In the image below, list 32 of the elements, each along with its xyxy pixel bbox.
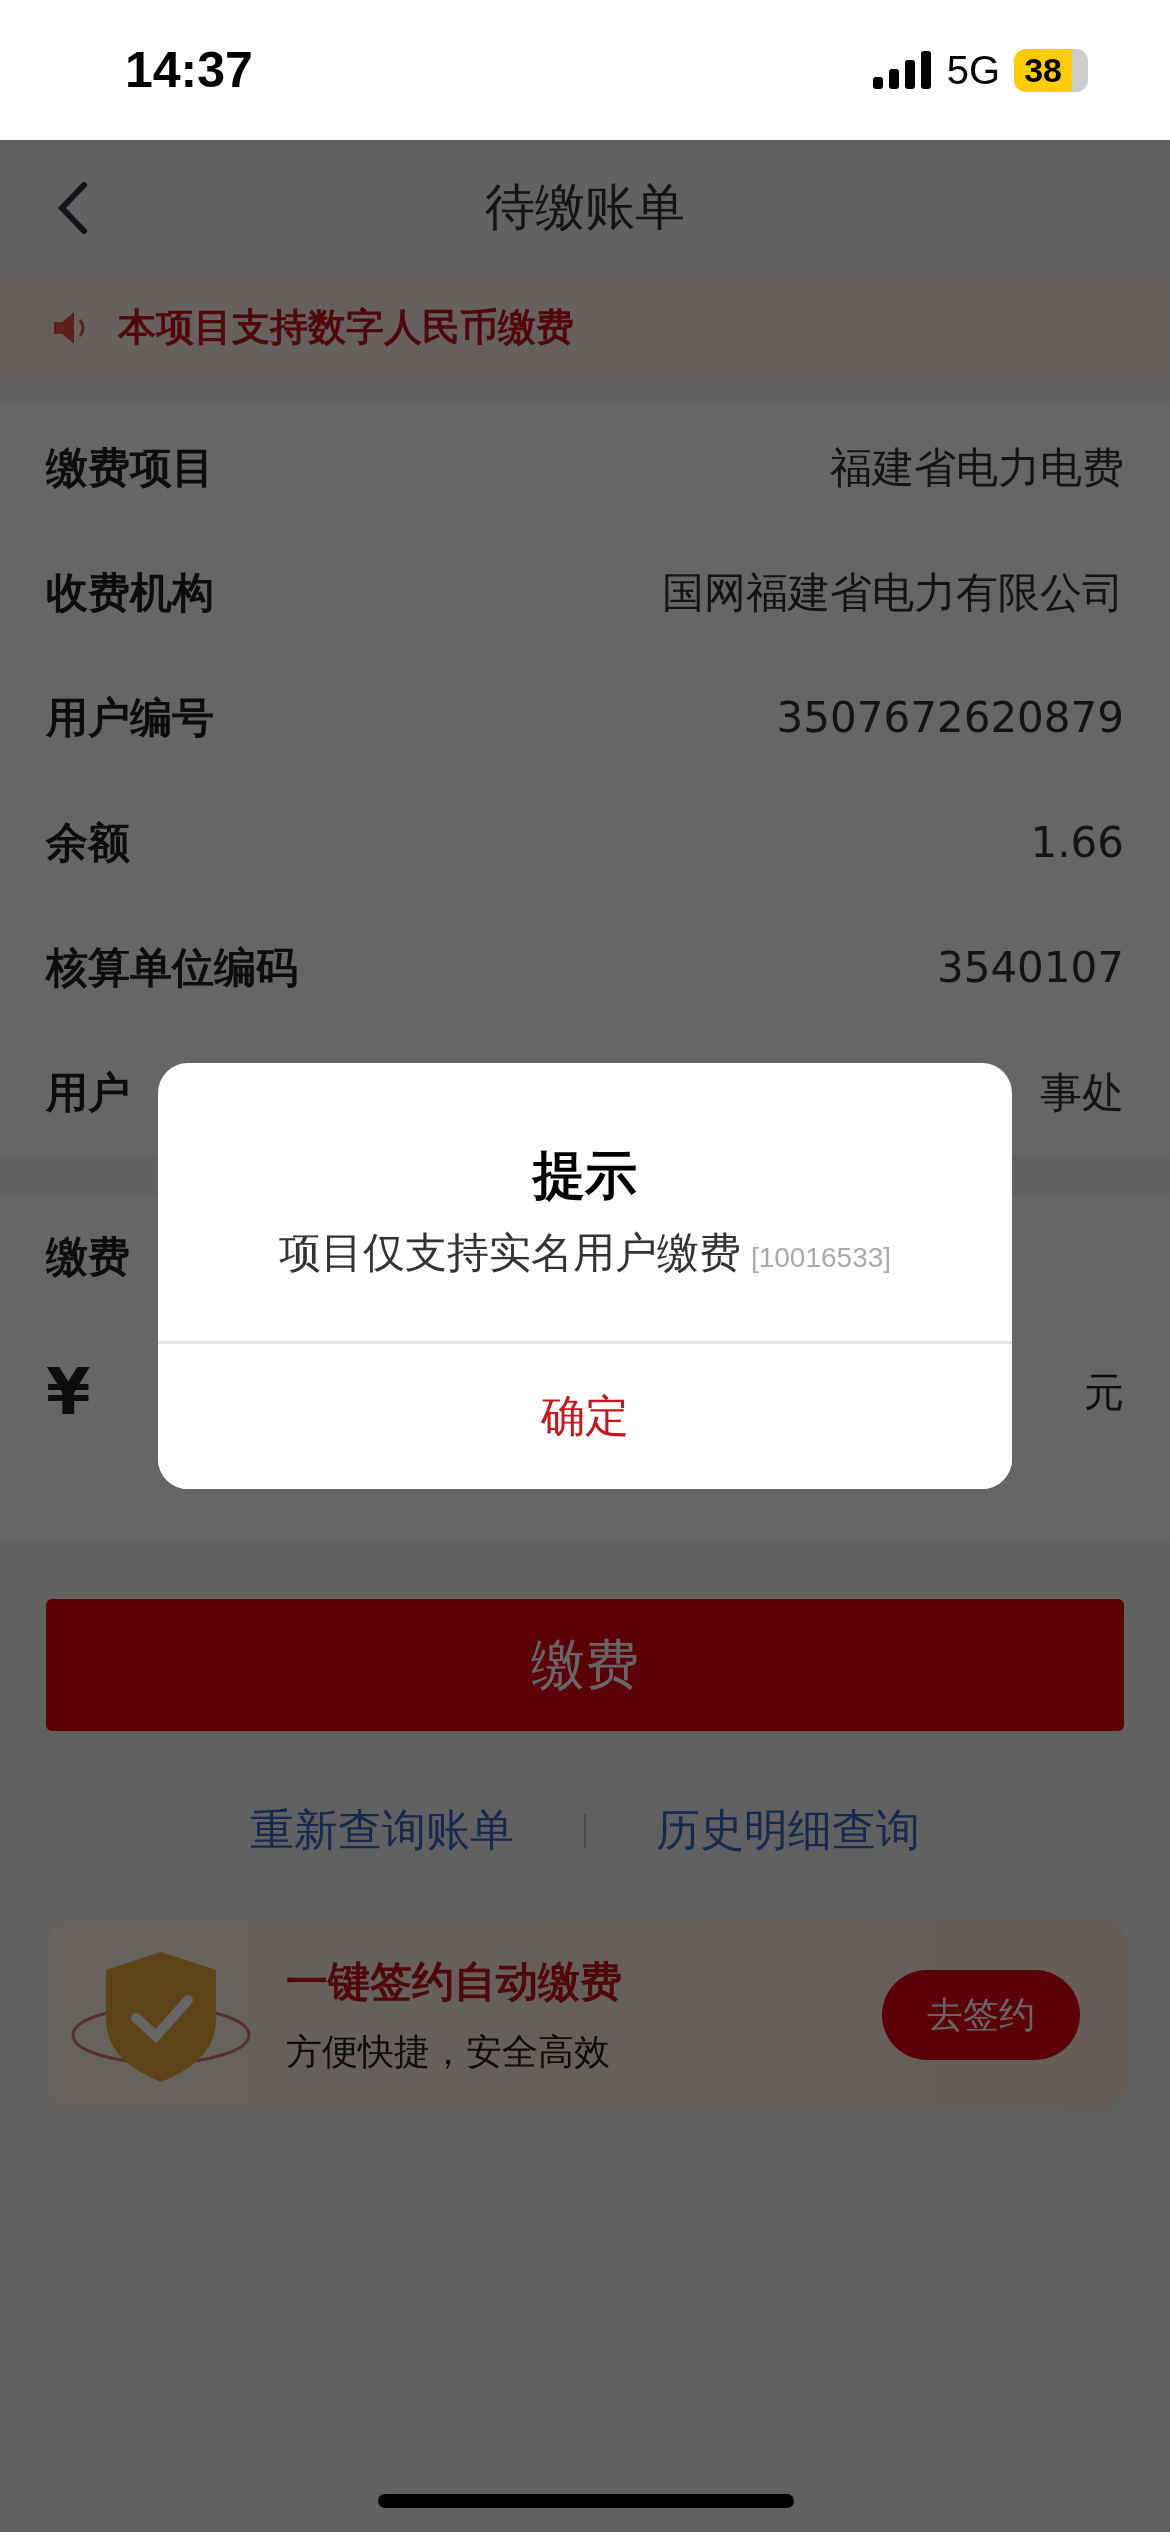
page-title: 待缴账单 bbox=[485, 177, 685, 238]
error-code: [10016533] bbox=[750, 1242, 892, 1274]
field-label: 核算单位编码 bbox=[46, 941, 298, 994]
pay-button[interactable]: 缴费 bbox=[46, 1599, 1124, 1731]
field-value: 事处 bbox=[1040, 1066, 1124, 1119]
back-icon[interactable] bbox=[56, 180, 88, 235]
promo-subtitle: 方便快捷，安全高效 bbox=[286, 2029, 611, 2074]
field-value: 3540107 bbox=[936, 943, 1124, 992]
signal-icon bbox=[872, 51, 933, 89]
field-value: 国网福建省电力有限公司 bbox=[662, 566, 1124, 619]
battery-icon: 38 bbox=[1014, 48, 1088, 92]
field-label: 余额 bbox=[46, 816, 130, 869]
field-value: 福建省电力电费 bbox=[830, 441, 1124, 494]
confirm-button[interactable]: 确定 bbox=[158, 1341, 1012, 1489]
notice-text: 本项目支持数字人民币缴费 bbox=[118, 304, 574, 351]
amount-label: 缴费 bbox=[46, 1232, 130, 1281]
dialog-title: 提示 bbox=[533, 1144, 637, 1207]
unit-label: 元 bbox=[1084, 1367, 1124, 1417]
dialog-message: 项目仅支持实名用户缴费 bbox=[278, 1227, 741, 1279]
field-label: 用户 bbox=[46, 1066, 130, 1119]
sign-button[interactable]: 去签约 bbox=[882, 1970, 1080, 2060]
field-label: 用户编号 bbox=[46, 691, 214, 744]
field-label: 缴费项目 bbox=[46, 441, 214, 494]
status-time: 14:37 bbox=[125, 41, 253, 99]
history-link[interactable]: 历史明细查询 bbox=[656, 1801, 920, 1860]
field-value: 1.66 bbox=[1030, 818, 1124, 867]
field-label: 收费机构 bbox=[46, 566, 214, 619]
requery-link[interactable]: 重新查询账单 bbox=[250, 1801, 514, 1860]
currency-symbol: ¥ bbox=[46, 1355, 91, 1429]
field-value: 3507672620879 bbox=[776, 693, 1124, 742]
promo-title: 一键签约自动缴费 bbox=[286, 1955, 623, 2008]
network-label: 5G bbox=[946, 47, 1001, 93]
